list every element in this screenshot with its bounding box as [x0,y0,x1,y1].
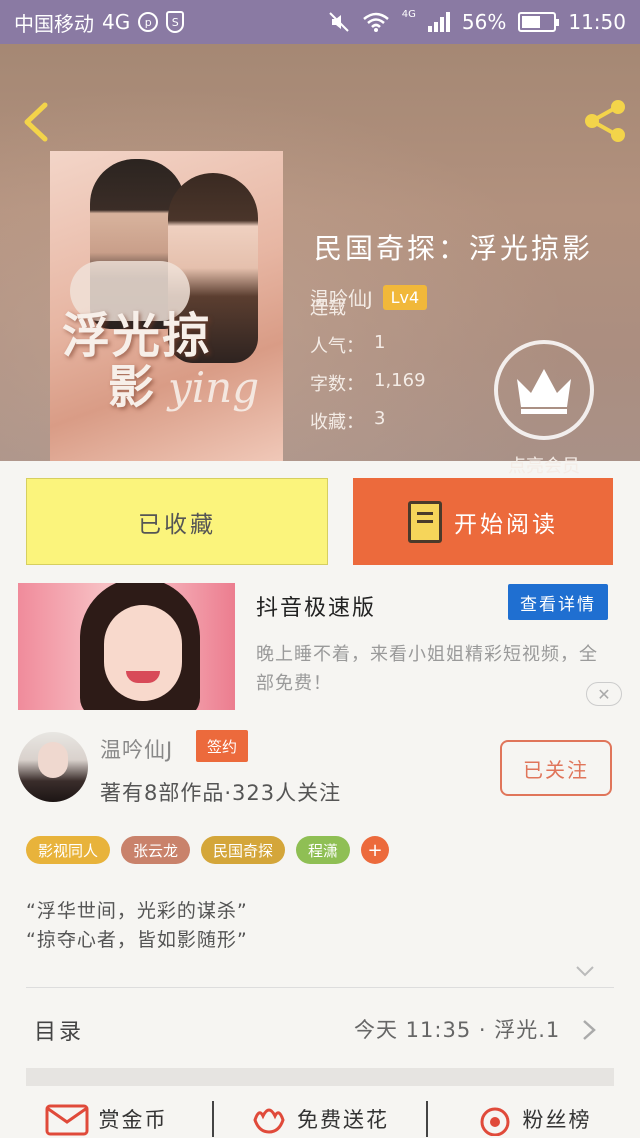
tag-item[interactable]: 张云龙 [121,836,191,864]
mute-icon [329,12,349,32]
signal-icon [427,12,450,32]
author-level-badge: Lv4 [382,285,428,310]
word-count-row: 字数： 1,169 [310,370,426,396]
ad-description[interactable]: 晚上睡不着，来看小姐姐精彩短视频，全部免费！ [256,640,606,698]
bottom-action-bar: 赏金币 免费送花 粉丝榜 [0,1100,640,1138]
follow-button[interactable]: 已关注 [500,740,612,796]
tag-list: 影视同人 张云龙 民国奇探 程潇 + [26,836,390,864]
book-status: 连载 [310,294,346,320]
intro-line-1: “浮华世间，光彩的谋杀” [26,900,248,922]
chevron-right-icon[interactable] [580,1018,598,1042]
book-cover[interactable]: 浮光掠 影 ying [50,151,283,461]
popularity-value: 1 [374,332,386,353]
shield-icon: S [166,11,185,33]
reward-coins-button[interactable]: 赏金币 [0,1102,212,1136]
vip-label[interactable]: 点亮会员 [498,452,590,478]
tag-item[interactable]: 程潇 [296,836,351,864]
tag-item[interactable]: 影视同人 [26,836,111,864]
author-avatar[interactable] [18,732,88,802]
cover-title-line2: 影 [108,360,154,414]
clock: 11:50 [568,10,626,34]
word-count-value: 1,169 [374,370,426,391]
ad-detail-button[interactable]: 查看详情 [508,584,608,620]
book-title: 民国奇探：浮光掠影 [314,232,594,265]
section-gap [26,1068,614,1086]
ad-close-button[interactable]: ✕ [586,682,622,706]
tag-item[interactable]: 民国奇探 [201,836,286,864]
signal-tag: 4G [401,8,416,20]
wifi-icon [362,12,389,32]
book-icon [408,500,442,543]
battery-percent: 56% [461,10,507,34]
chevron-left-icon [24,102,48,142]
crown-icon [517,369,571,414]
status-bar: 中国移动 4G p S 4G 56% 11:50 [0,0,640,44]
intro-line-2: “掠夺心者，皆如影随形” [26,929,248,951]
send-flowers-label: 免费送花 [297,1108,389,1132]
divider [26,987,614,988]
back-button[interactable] [16,100,56,144]
favorites-row: 收藏： 3 [310,408,385,434]
word-count-label: 字数： [310,374,364,395]
popularity-label: 人气： [310,336,364,357]
carrier-label: 中国移动 [14,11,94,36]
vip-button[interactable] [494,340,594,440]
book-status-text: 连载 [310,298,346,319]
ad-face [104,605,182,701]
share-icon [585,100,625,142]
author-name[interactable]: 温吟仙J [100,734,173,764]
battery-icon [518,12,560,32]
book-header: 浮光掠 影 ying 民国奇探：浮光掠影 温吟仙J Lv4 连载 人气： 1 字… [0,44,640,477]
latest-chapter[interactable]: 今天 11:35 · 浮光.1 [354,1014,560,1044]
author-stats: 著有8部作品·323人关注 [100,781,342,805]
reward-coins-label: 赏金币 [98,1108,168,1132]
favorites-label: 收藏： [310,412,364,433]
message-icon: p [138,12,159,32]
ad-title[interactable]: 抖音极速版 [256,590,376,622]
favorites-value: 3 [374,408,386,429]
flower-icon [253,1108,285,1134]
envelope-icon [45,1104,88,1136]
start-reading-label: 开始阅读 [454,511,558,538]
network-label: 4G [102,10,131,34]
cover-title-script: ying [168,363,260,412]
popularity-row: 人气： 1 [310,332,385,358]
toc-label[interactable]: 目录 [34,1014,84,1046]
share-button[interactable] [580,96,630,146]
add-tag-button[interactable]: + [361,836,390,864]
chevron-down-icon[interactable] [574,960,596,982]
collected-button[interactable]: 已收藏 [26,478,328,565]
send-flowers-button[interactable]: 免费送花 [214,1102,426,1136]
signed-badge: 签约 [196,730,248,762]
ad-image[interactable] [18,583,235,710]
ranking-icon [480,1107,509,1136]
start-reading-button[interactable]: 开始阅读 [353,478,613,565]
fan-ranking-label: 粉丝榜 [522,1108,592,1132]
fan-ranking-button[interactable]: 粉丝榜 [428,1102,640,1136]
